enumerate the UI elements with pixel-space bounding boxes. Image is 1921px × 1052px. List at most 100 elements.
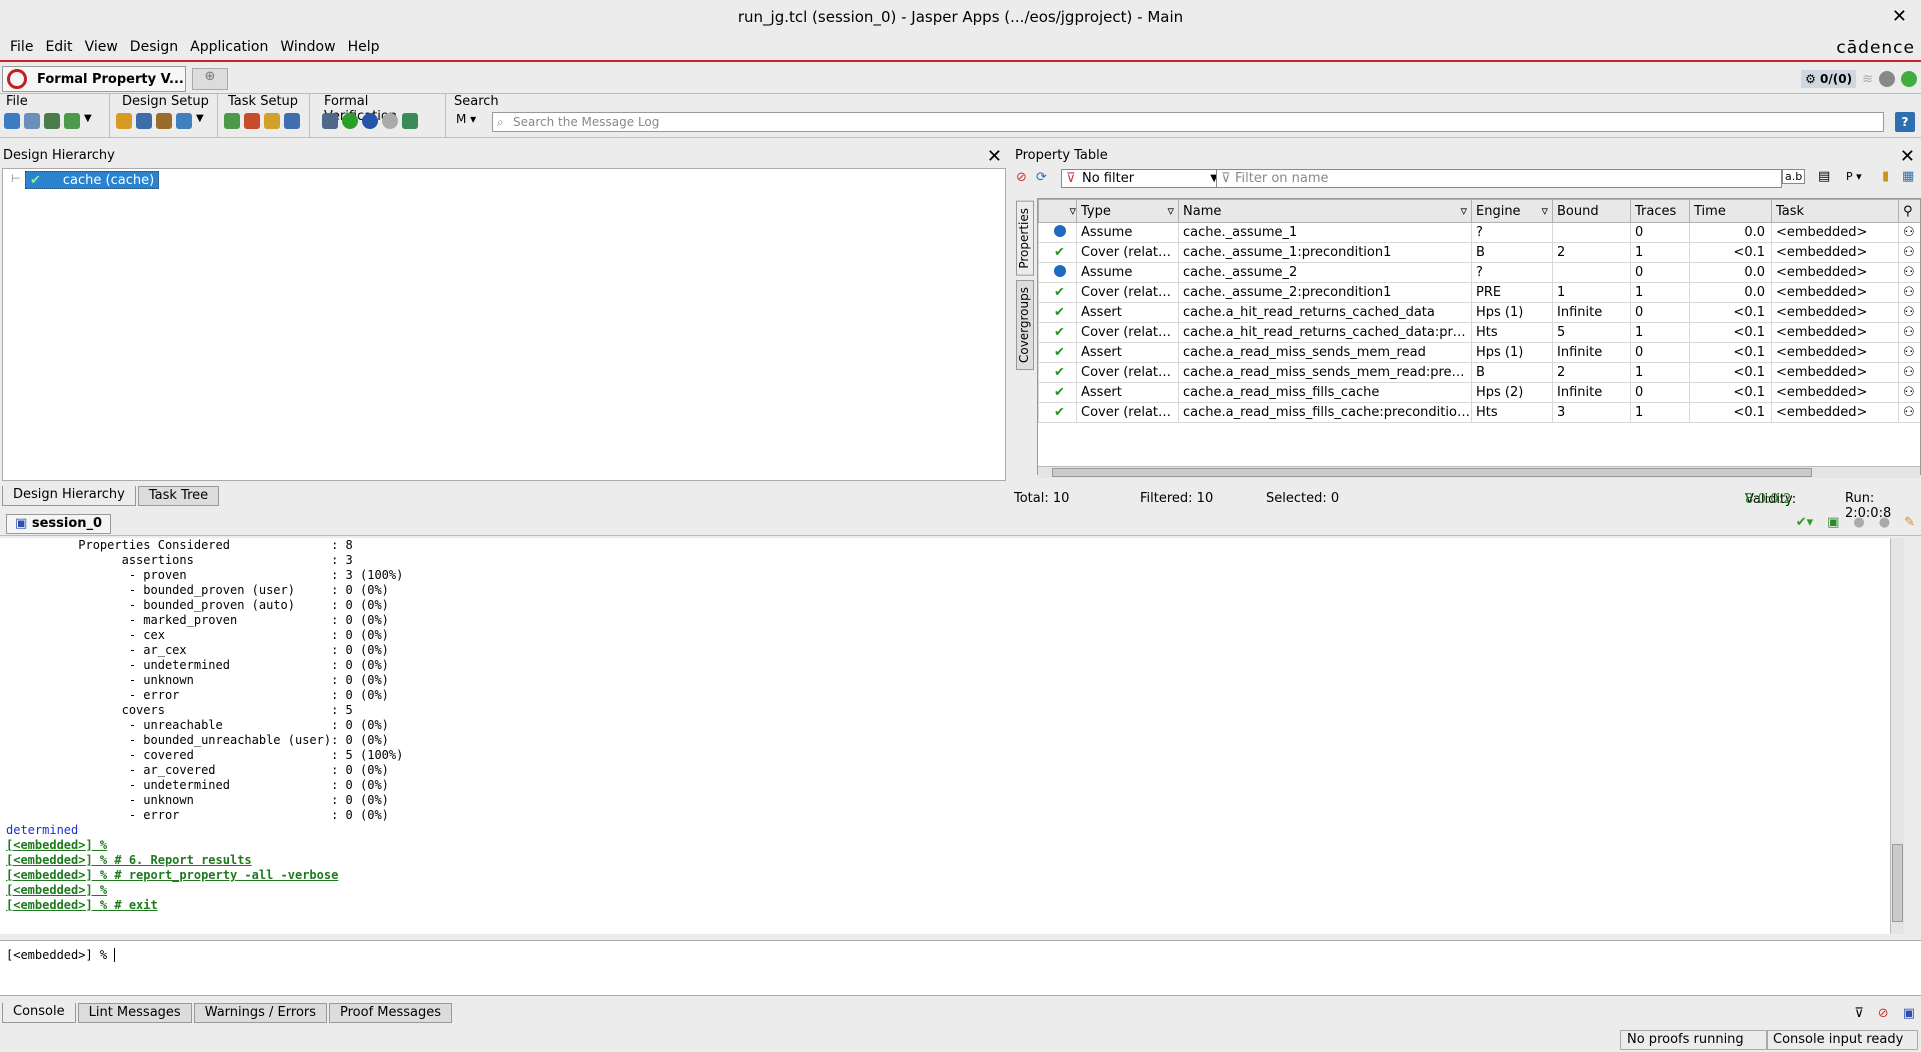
console-input[interactable]: [<embedded>] % [0,940,1921,996]
pin-icon[interactable]: ✎ [1904,515,1915,530]
tab-proof-messages[interactable]: Proof Messages [329,1003,453,1023]
refresh-icon[interactable]: ⟳ [1036,170,1047,185]
status-column-header[interactable]: ▿ [1038,199,1077,223]
help-icon[interactable]: ? [1895,112,1915,132]
scrollbar-thumb[interactable] [1892,844,1903,922]
close-icon[interactable]: ✕ [987,146,1002,167]
column-header-bound[interactable]: Bound [1552,199,1631,223]
run-check-icon[interactable]: ✔▾ [1796,515,1813,530]
table-row[interactable]: ✔ Cover (related) cache._assume_2:precondi… [1038,282,1920,303]
tab-lint-messages[interactable]: Lint Messages [77,1003,192,1023]
column-header-traces[interactable]: Traces [1630,199,1690,223]
table-row[interactable]: ✔ Cover (related) cache._assume_1:precondi… [1038,242,1920,263]
save-table-icon[interactable]: ▤ [1818,169,1830,184]
elaborate-icon[interactable] [136,113,152,129]
prove-all-icon[interactable] [362,113,378,129]
column-header-type[interactable]: Type ▿ [1076,199,1179,223]
trace-graph-icon[interactable]: ⚇ [1903,405,1915,420]
column-config-icon[interactable]: ⚲ [1898,199,1920,223]
message-log-search-input[interactable]: ⌕ Search the Message Log [492,112,1884,132]
table-row[interactable]: ✔ Cover (related) cache.a_hit_read_returns… [1038,322,1920,343]
console-output[interactable]: Properties Considered : 8 assertions : 3… [0,538,1904,934]
app-tab-formal-property[interactable]: Formal Property V... [2,66,186,92]
clear-filter-icon[interactable]: ⊘ [1016,170,1027,185]
tab-console[interactable]: Console [2,1003,76,1023]
close-icon[interactable]: ✕ [1900,146,1915,167]
terminal-green-icon[interactable]: ▣ [1827,515,1839,530]
menu-window[interactable]: Window [280,39,335,55]
trace-graph-icon[interactable]: ⚇ [1903,225,1915,240]
new-app-tab-button[interactable]: ⊕ [192,68,228,90]
menu-design[interactable]: Design [130,39,178,55]
console-settings-icon[interactable]: ▣ [1903,1006,1915,1021]
menu-application[interactable]: Application [190,39,268,55]
trace-graph-icon[interactable]: ⚇ [1903,265,1915,280]
tab-design-hierarchy[interactable]: Design Hierarchy [2,486,136,506]
menu-file[interactable]: File [10,39,33,55]
open-icon[interactable] [4,113,20,129]
menu-edit[interactable]: Edit [45,39,72,55]
scrollbar-thumb[interactable] [1052,468,1812,477]
stop-session-icon[interactable]: ● [1853,515,1864,530]
script-icon[interactable] [44,113,60,129]
task-props-icon[interactable] [264,113,280,129]
priority-dropdown-icon[interactable]: P ▾ [1846,170,1862,183]
trace-graph-icon[interactable]: ⚇ [1903,305,1915,320]
side-tab-properties[interactable]: Properties [1016,201,1034,276]
tree-node-cache[interactable]: ✔ cache (cache) [25,171,160,189]
table-row[interactable]: Assume cache._assume_1? 0 0.0 <embedded> ⚇ [1038,222,1920,243]
tab-task-tree[interactable]: Task Tree [137,486,220,506]
filter-on-name-input[interactable]: ⊽ Filter on name [1216,169,1782,188]
table-row[interactable]: ✔ Assert cache.a_read_miss_fills_cache Hps … [1038,382,1920,403]
filter-select[interactable]: ⊽ No filter ▼ [1061,169,1221,188]
task-list-icon[interactable] [284,113,300,129]
match-case-icon[interactable]: a.b [1782,169,1806,184]
trace-graph-icon[interactable]: ⚇ [1903,385,1915,400]
side-tab-covergroups[interactable]: Covergroups [1016,279,1034,370]
column-header-name[interactable]: Name ▿ [1178,199,1472,223]
table-row[interactable]: ✔ Cover (related) cache.a_read_miss_sends_… [1038,362,1920,383]
prove-check-icon[interactable] [342,113,358,129]
column-header-task[interactable]: Task [1771,199,1899,223]
green-status-icon[interactable] [1901,71,1917,87]
table-row[interactable]: ✔ Cover (related) cache.a_read_miss_fills_… [1038,402,1920,423]
stop-all-icon[interactable]: ● [1879,515,1890,530]
window-close-icon[interactable]: ✕ [1892,6,1907,27]
session-tab[interactable]: ▣ session_0 [6,514,112,534]
lock-icon[interactable]: ▮ [1882,169,1889,184]
copy-task-icon[interactable] [244,113,260,129]
column-header-time[interactable]: Time [1689,199,1772,223]
task-icon[interactable] [224,113,240,129]
tab-warnings-errors[interactable]: Warnings / Errors [193,1003,328,1023]
table-row[interactable]: ✔ Assert cache.a_read_miss_sends_mem_read H… [1038,342,1920,363]
trace-graph-icon[interactable]: ⚇ [1903,345,1915,360]
filter-icon[interactable]: ⊽ [1854,1006,1864,1021]
table-row[interactable]: ✔ Assert cache.a_hit_read_returns_cached_d… [1038,302,1920,323]
clear-filter-icon[interactable]: ⊘ [1878,1006,1889,1021]
stop-icon[interactable] [382,113,398,129]
column-header-engine[interactable]: Engine ▿ [1471,199,1553,223]
visualize-icon[interactable] [402,113,418,129]
dropdown-arrow-icon[interactable]: ▼ [196,113,204,129]
tree-expander-icon[interactable]: ⊢ [11,172,21,185]
save-icon[interactable] [24,113,40,129]
menu-help[interactable]: Help [348,39,380,55]
search-mode-select[interactable]: M ▾ [456,112,476,126]
console-scrollbar[interactable] [1890,538,1904,934]
run-script-icon[interactable] [64,113,80,129]
design-hierarchy-tree[interactable]: ⊢ ✔ cache (cache) [2,168,1006,481]
reset-icon[interactable] [176,113,192,129]
dropdown-arrow-icon[interactable]: ▼ [84,113,92,129]
table-row[interactable]: Assume cache._assume_2? 0 0.0 <embedded> ⚇ [1038,262,1920,283]
settings-sliders-icon[interactable] [322,113,338,129]
columns-icon[interactable]: ▦ [1902,169,1914,184]
menu-view[interactable]: View [85,39,118,55]
trace-graph-icon[interactable]: ⚇ [1903,325,1915,340]
grey-g-icon[interactable] [1879,71,1895,87]
job-counter[interactable]: ⚙ 0/(0) [1801,70,1857,88]
trace-graph-icon[interactable]: ⚇ [1903,245,1915,260]
clock-icon[interactable] [156,113,172,129]
horizontal-scrollbar[interactable] [1038,466,1920,478]
trace-graph-icon[interactable]: ⚇ [1903,365,1915,380]
trace-graph-icon[interactable]: ⚇ [1903,285,1915,300]
